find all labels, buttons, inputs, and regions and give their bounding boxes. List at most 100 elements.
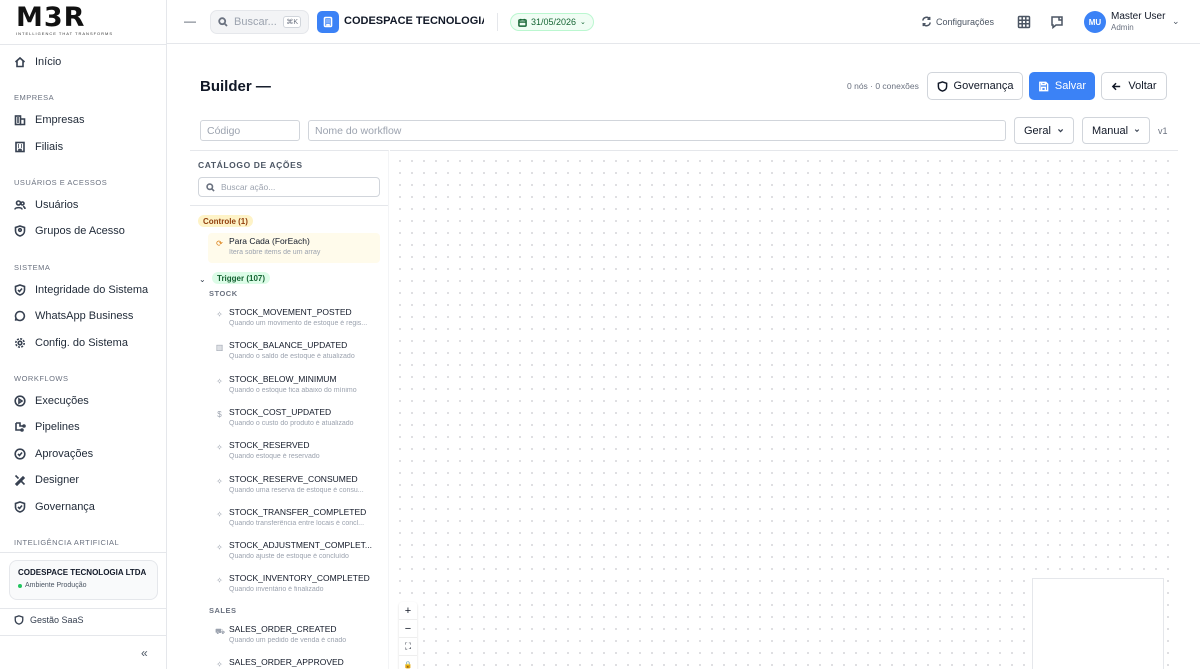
event-icon: ✧: [216, 476, 223, 486]
sidebar-item-label: Execuções: [35, 395, 89, 407]
sidebar-section-workflows: WORKFLOWS: [14, 374, 69, 383]
catalog-search-input[interactable]: Buscar ação...: [198, 177, 380, 197]
grid-table-icon[interactable]: [1017, 15, 1031, 29]
building-icon: [323, 16, 333, 28]
minimap[interactable]: [1032, 578, 1164, 669]
action-item[interactable]: ✧ STOCK_RESERVE_CONSUMED Quando uma reserv…: [208, 471, 380, 501]
action-item[interactable]: $ STOCK_COST_UPDATED Quando o custo do pro…: [208, 404, 380, 434]
sidebar-item-inicio[interactable]: Início: [14, 53, 61, 71]
sidebar-item-designer[interactable]: Designer: [14, 471, 79, 489]
sidebar-item-label: Grupos de Acesso: [35, 225, 125, 237]
users-icon: [14, 200, 26, 210]
action-description: Quando inventário é finalizado: [229, 586, 324, 594]
action-item[interactable]: ▥ STOCK_BALANCE_UPDATED Quando o saldo de …: [208, 337, 380, 367]
company-icon[interactable]: [317, 11, 339, 33]
lock-button[interactable]: 🔒: [399, 656, 417, 669]
top-bar: — Buscar... ⌘K CODESPACE TECNOLOGIA ... …: [167, 0, 1200, 44]
sidebar-item-empresas[interactable]: Empresas: [14, 111, 85, 129]
sidebar-divider: [0, 608, 167, 609]
fit-view-button[interactable]: ⛶: [399, 638, 417, 656]
action-title: STOCK_TRANSFER_COMPLETED: [229, 506, 367, 517]
sidebar-item-governanca[interactable]: Governança: [14, 498, 95, 516]
saas-management-link[interactable]: Gestão SaaS: [14, 615, 84, 625]
subgroup-stock: STOCK: [209, 289, 238, 298]
date-badge[interactable]: 31/05/2026 ⌄: [510, 13, 594, 31]
environment-label: Ambiente Produção: [25, 582, 87, 589]
action-item[interactable]: ✧ SALES_ORDER_APPROVED: [208, 654, 380, 669]
action-item[interactable]: ✧ STOCK_TRANSFER_COMPLETED Quando transfer…: [208, 504, 380, 534]
action-item[interactable]: ✧ STOCK_ADJUSTMENT_COMPLET... Quando ajust…: [208, 537, 380, 567]
sidebar-section-sistema: SISTEMA: [14, 263, 51, 272]
save-icon: [1039, 81, 1049, 91]
sidebar-item-integridade[interactable]: Integridade do Sistema: [14, 281, 148, 299]
workflow-version: v1: [1158, 126, 1168, 136]
branch-building-icon: [15, 141, 25, 153]
zoom-in-button[interactable]: +: [399, 602, 417, 620]
trigger-mode-select[interactable]: Manual: [1082, 117, 1150, 144]
event-icon: ✧: [216, 543, 223, 553]
sidebar-item-aprovacoes[interactable]: Aprovações: [14, 445, 93, 463]
graph-stats: 0 nós · 0 conexões: [847, 81, 919, 91]
save-button[interactable]: Salvar: [1029, 72, 1095, 100]
global-search[interactable]: Buscar... ⌘K: [210, 10, 309, 34]
sidebar-item-filiais[interactable]: Filiais: [14, 138, 63, 156]
saas-label: Gestão SaaS: [30, 615, 84, 625]
brand-logo[interactable]: M3R INTELLIGENCE THAT TRANSFORMS: [16, 4, 114, 36]
sidebar-item-label: WhatsApp Business: [35, 310, 134, 322]
action-description: Quando transferência entre locais é conc…: [229, 519, 365, 527]
settings-link[interactable]: Configurações: [921, 16, 994, 27]
chevron-down-icon[interactable]: ⌄: [199, 275, 206, 284]
action-item[interactable]: ✧ STOCK_RESERVED Quando estoque é reservad…: [208, 437, 380, 467]
category-select[interactable]: Geral: [1014, 117, 1074, 144]
group-control-badge[interactable]: Controle (1): [198, 215, 253, 227]
action-item[interactable]: ✧ STOCK_MOVEMENT_POSTED Quando um moviment…: [208, 304, 380, 334]
workflow-name-input[interactable]: [308, 120, 1006, 141]
sidebar-item-label: Governança: [35, 501, 95, 513]
avatar[interactable]: MU: [1084, 11, 1106, 33]
sidebar-item-grupos[interactable]: Grupos de Acesso: [14, 222, 125, 240]
back-button[interactable]: Voltar: [1101, 72, 1167, 100]
shield-user-icon: [14, 225, 26, 237]
user-name[interactable]: Master User: [1111, 11, 1165, 22]
sidebar-item-pipelines[interactable]: Pipelines: [14, 418, 80, 436]
action-item[interactable]: ⛟ SALES_ORDER_CREATED Quando um pedido de …: [208, 621, 380, 651]
event-icon: ✧: [216, 310, 223, 319]
sidebar-item-label: Integridade do Sistema: [35, 284, 149, 296]
gear-icon: [15, 338, 25, 348]
messages-icon[interactable]: [1050, 15, 1064, 30]
category-value: Geral: [1024, 124, 1051, 137]
action-item[interactable]: ✧ STOCK_INVENTORY_COMPLETED Quando inventá…: [208, 570, 380, 600]
chevron-down-icon: [1057, 128, 1064, 133]
action-title: STOCK_RESERVED: [229, 440, 310, 451]
action-title: STOCK_INVENTORY_COMPLETED: [229, 573, 370, 584]
workflow-canvas[interactable]: + − ⛶ 🔒: [390, 150, 1178, 669]
company-switcher[interactable]: CODESPACE TECNOLOGIA LTDA Ambiente Produ…: [9, 560, 158, 600]
logo-tagline: INTELLIGENCE THAT TRANSFORMS: [16, 31, 114, 36]
current-company[interactable]: CODESPACE TECNOLOGIA ...: [344, 15, 484, 27]
zoom-out-button[interactable]: −: [399, 620, 417, 638]
collapse-sidebar-button[interactable]: «: [141, 646, 148, 660]
sidebar-section-ia: INTELIGÊNCIA ARTIFICIAL: [14, 538, 120, 547]
chevron-down-icon[interactable]: ⌄: [1172, 16, 1180, 27]
page-title: Builder —: [200, 78, 271, 95]
group-trigger-badge[interactable]: Trigger (107): [212, 272, 271, 284]
sidebar-item-execucoes[interactable]: Execuções: [14, 392, 89, 410]
action-item-foreach[interactable]: ⟳ Para Cada (ForEach) Itera sobre items …: [208, 233, 380, 263]
sidebar-section-usuarios: USUÁRIOS E ACESSOS: [14, 178, 108, 187]
catalog-divider: [190, 205, 388, 206]
sidebar-item-config[interactable]: Config. do Sistema: [14, 334, 128, 352]
workflow-code-input[interactable]: [200, 120, 300, 141]
menu-toggle-icon[interactable]: —: [184, 14, 196, 28]
sidebar-item-usuarios[interactable]: Usuários: [14, 196, 78, 214]
action-item[interactable]: ✧ STOCK_BELOW_MINIMUM Quando o estoque fic…: [208, 371, 380, 401]
divider: [497, 13, 498, 31]
governance-button[interactable]: Governança: [927, 72, 1023, 100]
design-tools-icon: [14, 474, 26, 486]
trigger-mode-value: Manual: [1092, 124, 1129, 137]
event-icon: ✧: [216, 443, 223, 453]
search-icon: [206, 182, 215, 192]
action-title: SALES_ORDER_CREATED: [229, 624, 337, 634]
sidebar-item-whatsapp[interactable]: WhatsApp Business: [14, 307, 133, 325]
building-icon: [14, 115, 26, 126]
action-description: Quando ajuste de estoque é concluído: [229, 553, 349, 561]
